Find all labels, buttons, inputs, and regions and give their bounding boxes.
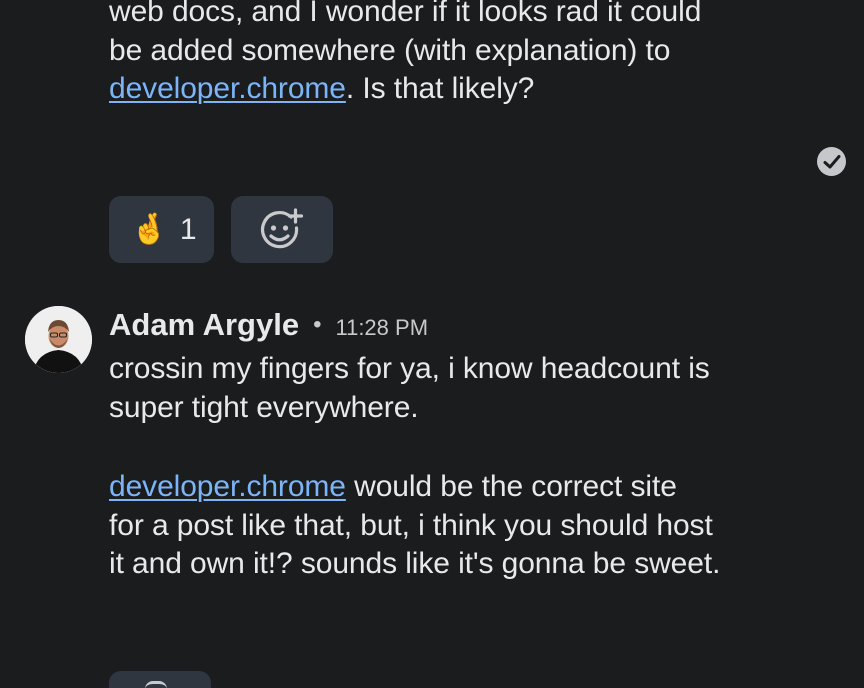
developer-chrome-link[interactable]: developer.chrome <box>109 72 346 105</box>
partial-icon <box>145 681 167 688</box>
message-paragraph-2: developer.chrome would be the correct si… <box>109 468 829 584</box>
add-reaction-button[interactable] <box>231 196 333 263</box>
crossed-fingers-icon: 🤞 <box>130 211 168 247</box>
previous-message-text: web docs, and I wonder if it looks rad i… <box>109 0 829 109</box>
reaction-row: 🤞 1 <box>109 196 333 263</box>
message-paragraph-1: crossin my fingers for ya, i know headco… <box>109 350 829 427</box>
message-line: for a post like that, but, i think you s… <box>109 508 713 542</box>
chat-screen: web docs, and I wonder if it looks rad i… <box>0 0 864 688</box>
reaction-chip-crossed-fingers[interactable]: 🤞 1 <box>109 196 214 263</box>
developer-chrome-link[interactable]: developer.chrome <box>109 470 346 503</box>
previous-message-line-3: . Is that likely? <box>345 72 535 105</box>
message-line: it and own it!? sounds like it's gonna b… <box>109 547 721 580</box>
message-line: crossin my fingers for ya, i know headco… <box>109 352 710 385</box>
author-name[interactable]: Adam Argyle <box>109 307 299 343</box>
message-timestamp: 11:28 PM <box>335 315 429 340</box>
message-line: would be the correct site <box>345 470 677 503</box>
previous-message-line-2: be added somewhere (with explanation) to <box>109 33 671 67</box>
message-line: super tight everywhere. <box>109 390 419 424</box>
reaction-count: 1 <box>179 212 197 246</box>
header-separator: • <box>313 311 322 338</box>
message-header: Adam Argyle • 11:28 PM <box>109 307 428 343</box>
add-reaction-icon <box>261 207 304 248</box>
check-circle-icon <box>817 147 846 176</box>
avatar[interactable] <box>25 306 92 373</box>
next-reaction-chip[interactable] <box>109 671 211 688</box>
previous-message-line-1: web docs, and I wonder if it looks rad i… <box>109 0 702 28</box>
